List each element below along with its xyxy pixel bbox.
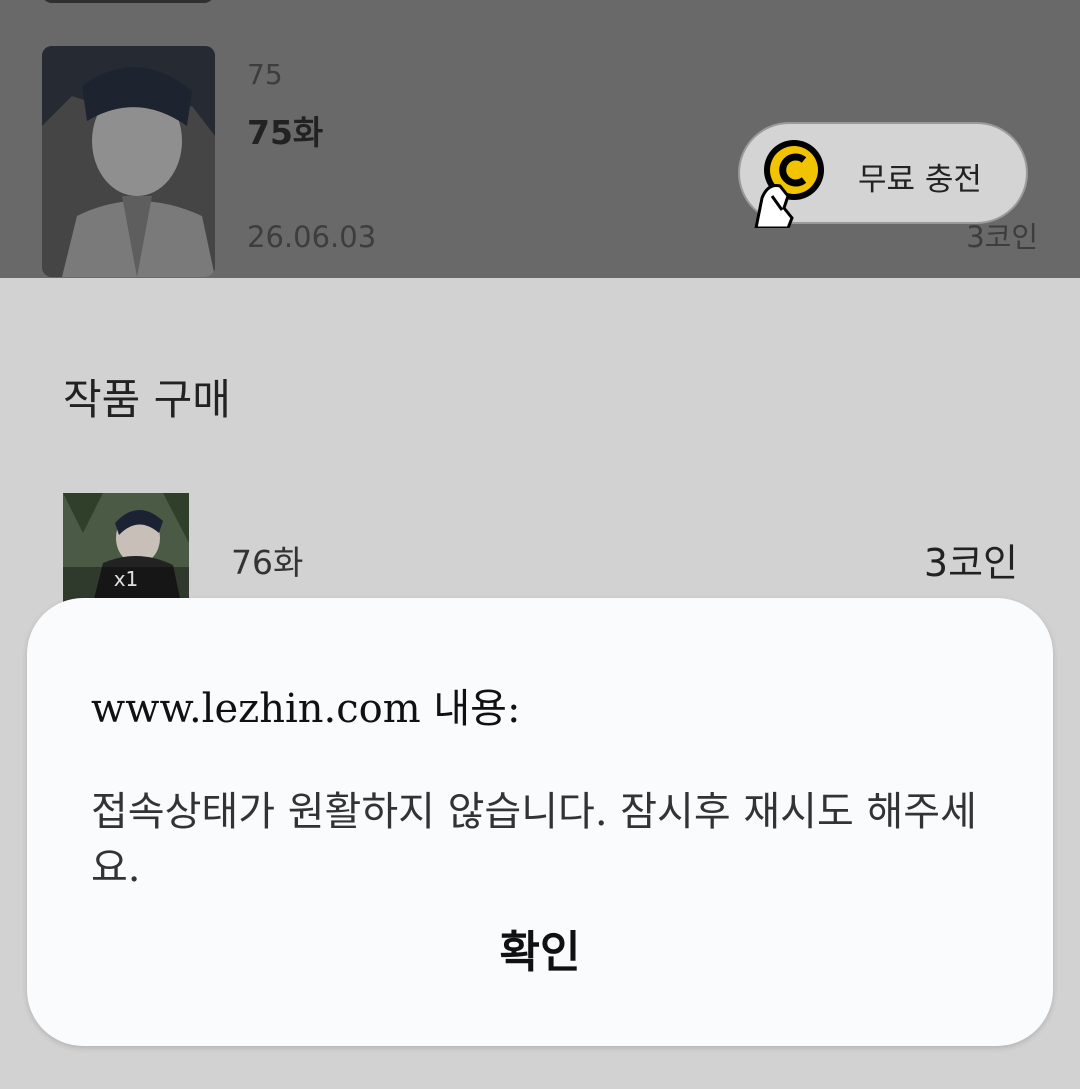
free-charge-button[interactable]: 무료 충전 bbox=[738, 122, 1028, 230]
purchase-item-quantity: x1 bbox=[113, 567, 139, 591]
episode-date: 26.06.03 bbox=[247, 220, 377, 254]
coin-hand-icon bbox=[754, 138, 832, 230]
confirm-button[interactable]: 확인 bbox=[467, 916, 613, 980]
alert-dialog: www.lezhin.com 내용: 접속상태가 원활하지 않습니다. 잠시후 … bbox=[27, 598, 1053, 1046]
episode-thumbnail bbox=[42, 46, 215, 277]
episode-title: 75화 bbox=[247, 113, 324, 152]
free-charge-label: 무료 충전 bbox=[858, 162, 982, 198]
dialog-message: 접속상태가 원활하지 않습니다. 잠시후 재시도 해주세요. bbox=[91, 789, 977, 891]
purchase-item-price: 3코인 bbox=[923, 541, 1018, 585]
episode-number: 75 bbox=[247, 58, 283, 91]
dialog-title: www.lezhin.com 내용: bbox=[91, 686, 521, 732]
purchase-item-title: 76화 bbox=[231, 543, 304, 582]
purchase-item-thumbnail: x1 bbox=[63, 493, 189, 603]
purchase-section-title: 작품 구매 bbox=[63, 375, 231, 424]
episode-list-dimmed: 75 75화 26.06.03 3코인 무료 충전 bbox=[0, 0, 1080, 278]
previous-episode-thumbnail bbox=[42, 0, 214, 3]
